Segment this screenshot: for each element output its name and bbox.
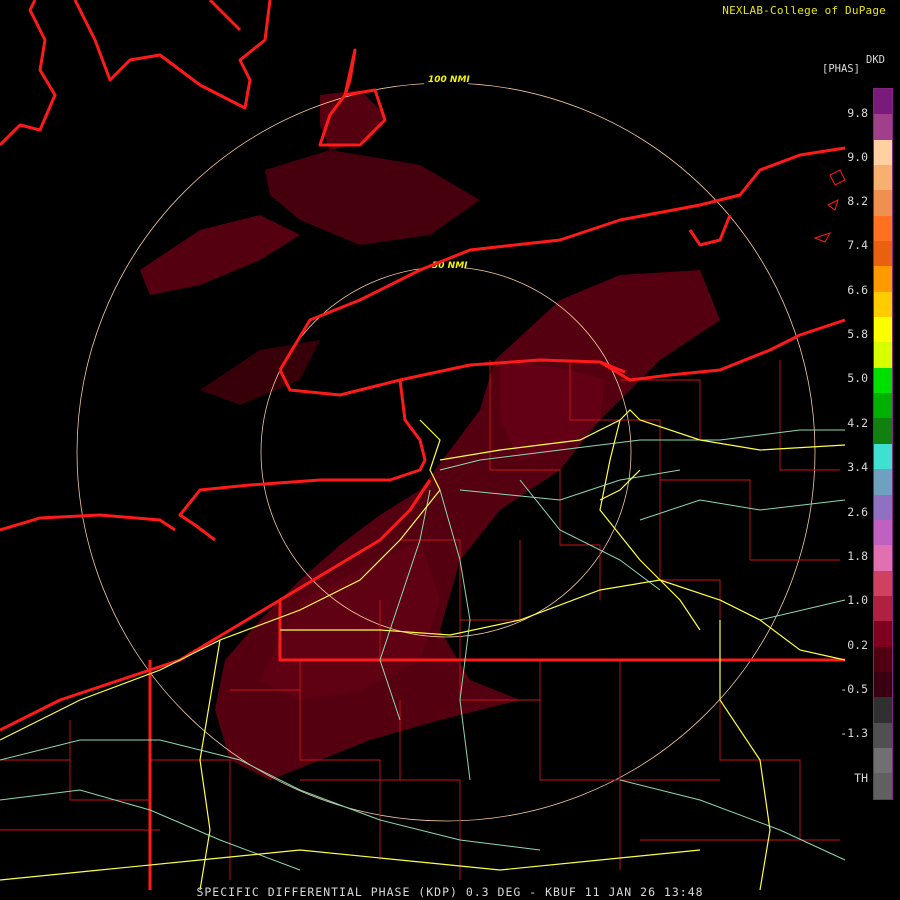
color-scale-swatch	[874, 519, 892, 546]
legend-tick-label: 8.2	[847, 194, 868, 208]
legend-tick-label: 0.2	[847, 638, 868, 652]
color-scale-swatch	[874, 89, 892, 115]
legend-tick-label: 1.8	[847, 549, 868, 563]
color-scale-swatch	[874, 443, 892, 470]
legend-product-label: DKD	[866, 54, 885, 66]
radar-map: 100 NMI 50 NMI	[0, 0, 846, 891]
color-scale-swatch	[874, 646, 892, 672]
color-scale-swatch	[874, 393, 892, 419]
legend-tick-label: -1.3	[840, 726, 868, 740]
color-scale-bar	[873, 88, 893, 800]
product-caption: SPECIFIC DIFFERENTIAL PHASE (KDP) 0.3 DE…	[196, 885, 704, 899]
color-scale-swatch	[874, 545, 892, 571]
legend-tick-label: 9.0	[847, 150, 868, 164]
state-boundaries	[0, 0, 846, 890]
range-ring-label-100: 100 NMI	[428, 75, 470, 85]
color-scale-swatch	[874, 621, 892, 647]
color-scale-swatch	[874, 342, 892, 368]
color-scale-swatch	[874, 722, 892, 748]
legend-unit-label: [PHAS]	[822, 63, 860, 75]
color-scale-swatch	[874, 570, 892, 596]
color-scale-swatch	[874, 773, 892, 799]
legend-tick-label: TH	[854, 771, 868, 785]
color-scale-swatch	[874, 266, 892, 292]
legend-tick-label: -0.5	[840, 682, 868, 696]
legend-tick-label: 7.4	[847, 238, 868, 252]
color-scale-swatch	[874, 317, 892, 343]
color-scale-swatch	[874, 114, 892, 140]
legend-tick-label: 6.6	[847, 283, 868, 297]
color-scale-swatch	[874, 418, 892, 444]
color-scale-swatch	[874, 291, 892, 318]
color-scale-swatch	[874, 595, 892, 622]
legend-tick-label: 2.6	[847, 505, 868, 519]
color-scale-swatch	[874, 494, 892, 520]
legend-tick-label: 4.2	[847, 416, 868, 430]
legend-tick-label: 3.4	[847, 460, 868, 474]
color-scale-swatch	[874, 469, 892, 495]
color-scale-swatch	[874, 697, 892, 723]
color-scale-swatch	[874, 747, 892, 774]
color-scale-swatch	[874, 241, 892, 267]
color-scale-swatch	[874, 190, 892, 216]
color-scale-swatch	[874, 215, 892, 242]
color-scale-swatch	[874, 367, 892, 394]
color-scale-swatch	[874, 671, 892, 698]
legend-tick-label: 5.8	[847, 327, 868, 341]
legend-tick-label: 1.0	[847, 593, 868, 607]
legend-tick-label: 9.8	[847, 106, 868, 120]
radar-echoes	[140, 90, 720, 780]
color-scale-swatch	[874, 165, 892, 191]
color-scale-swatch	[874, 139, 892, 166]
credit-label: NEXLAB-College of DuPage	[722, 4, 886, 17]
legend-tick-label: 5.0	[847, 371, 868, 385]
